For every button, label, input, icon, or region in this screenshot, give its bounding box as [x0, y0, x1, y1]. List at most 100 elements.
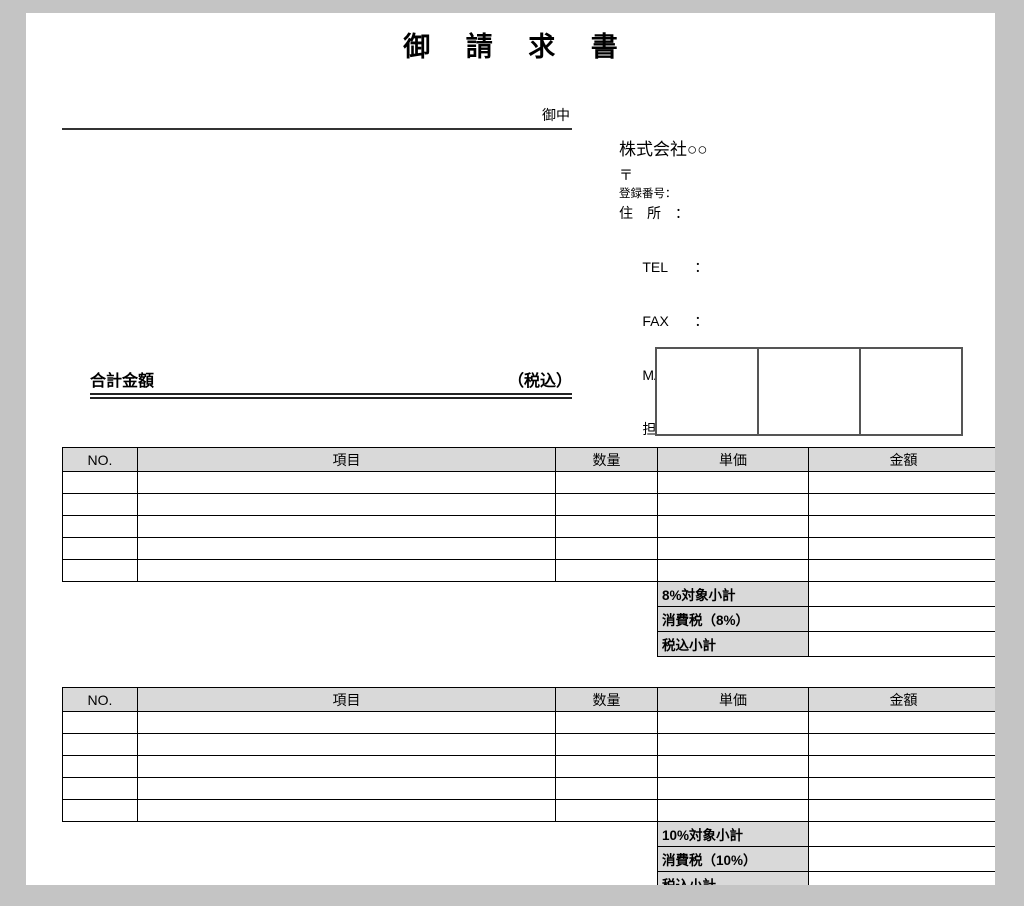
cell-item[interactable]: [137, 755, 556, 778]
invoice-page: 御 請 求 書 御中 株式会社○○ 〒 登録番号： 住 所 ： TEL ： FAX…: [26, 13, 995, 885]
cell-price[interactable]: [657, 777, 809, 800]
seller-spacer: [619, 223, 959, 240]
subtotal-label-tax-included-8: 税込小計: [657, 631, 809, 657]
cell-item[interactable]: [137, 515, 556, 538]
subtotal-label-tax-10: 消費税（10%）: [657, 846, 809, 872]
cell-amount[interactable]: [808, 711, 995, 734]
total-tax-note: （税込）: [507, 373, 572, 390]
cell-price[interactable]: [657, 711, 809, 734]
total-amount-block: 合計金額 （税込）: [90, 367, 572, 399]
cell-no[interactable]: [62, 711, 138, 734]
cell-no[interactable]: [62, 733, 138, 756]
cell-price[interactable]: [657, 733, 809, 756]
column-header-qty: 数量: [555, 447, 658, 472]
table-row: [62, 799, 995, 822]
column-header-price: 単価: [657, 447, 809, 472]
cell-no[interactable]: [62, 755, 138, 778]
cell-item[interactable]: [137, 537, 556, 560]
seller-address-label: 住 所 ：: [619, 205, 689, 221]
subtotal-value-tax-included-8[interactable]: [808, 631, 995, 657]
cell-amount[interactable]: [808, 799, 995, 822]
cell-qty[interactable]: [555, 559, 658, 582]
subtotal-spacer: [63, 632, 658, 657]
customer-name-underline: [62, 128, 572, 130]
cell-item[interactable]: [137, 733, 556, 756]
cell-item[interactable]: [137, 559, 556, 582]
cell-no[interactable]: [62, 559, 138, 582]
subtotal-value-10-target[interactable]: [808, 821, 995, 847]
cell-price[interactable]: [657, 537, 809, 560]
cell-no[interactable]: [62, 471, 138, 494]
table-row: [62, 733, 995, 756]
subtotal-spacer: [63, 607, 658, 632]
column-header-item: 項目: [137, 447, 556, 472]
column-header-price: 単価: [657, 687, 809, 712]
stamp-boxes: [655, 347, 963, 436]
cell-qty[interactable]: [555, 755, 658, 778]
cell-qty[interactable]: [555, 471, 658, 494]
table-header-row: NO. 項目 数量 単価 金額: [62, 447, 995, 472]
subtotal-value-tax-10[interactable]: [808, 846, 995, 872]
seller-tel-label: TEL: [642, 259, 669, 275]
table-row: [62, 515, 995, 538]
cell-qty[interactable]: [555, 515, 658, 538]
cell-qty[interactable]: [555, 493, 658, 516]
page-title: 御 請 求 書: [403, 32, 632, 62]
cell-item[interactable]: [137, 777, 556, 800]
stamp-box[interactable]: [861, 349, 961, 434]
cell-price[interactable]: [657, 755, 809, 778]
table-row: [62, 537, 995, 560]
cell-item[interactable]: [137, 493, 556, 516]
cell-item[interactable]: [137, 471, 556, 494]
cell-price[interactable]: [657, 559, 809, 582]
cell-qty[interactable]: [555, 777, 658, 800]
subtotal-spacer: [63, 822, 658, 847]
cell-item[interactable]: [137, 711, 556, 734]
cell-price[interactable]: [657, 493, 809, 516]
subtotal-spacer: [63, 872, 658, 886]
table-row: [62, 493, 995, 516]
subtotal-row: 税込小計: [63, 631, 995, 657]
cell-qty[interactable]: [555, 733, 658, 756]
total-amount-label: 合計金額: [90, 373, 155, 390]
subtotal-spacer: [63, 582, 658, 607]
cell-amount[interactable]: [808, 515, 995, 538]
subtotal-value-tax-8[interactable]: [808, 606, 995, 632]
subtotal-row: 消費税（10%）: [63, 846, 995, 872]
cell-no[interactable]: [62, 493, 138, 516]
cell-no[interactable]: [62, 777, 138, 800]
seller-company-name: 株式会社○○: [619, 140, 708, 159]
subtotal-row: 消費税（8%）: [63, 606, 995, 632]
cell-qty[interactable]: [555, 799, 658, 822]
table-row: [62, 559, 995, 582]
cell-qty[interactable]: [555, 537, 658, 560]
table-row: [62, 777, 995, 800]
table-row: [62, 471, 995, 494]
subtotal-label-10-target: 10%対象小計: [657, 821, 809, 847]
cell-no[interactable]: [62, 799, 138, 822]
stamp-box[interactable]: [657, 349, 759, 434]
table-row: [62, 755, 995, 778]
stamp-box[interactable]: [759, 349, 861, 434]
column-header-amount: 金額: [808, 687, 995, 712]
cell-no[interactable]: [62, 537, 138, 560]
column-header-item: 項目: [137, 687, 556, 712]
column-header-qty: 数量: [555, 687, 658, 712]
cell-price[interactable]: [657, 471, 809, 494]
cell-amount[interactable]: [808, 559, 995, 582]
cell-amount[interactable]: [808, 471, 995, 494]
cell-amount[interactable]: [808, 537, 995, 560]
cell-item[interactable]: [137, 799, 556, 822]
cell-amount[interactable]: [808, 493, 995, 516]
cell-no[interactable]: [62, 515, 138, 538]
cell-price[interactable]: [657, 515, 809, 538]
subtotal-value-tax-included-10[interactable]: [808, 871, 995, 885]
cell-amount[interactable]: [808, 755, 995, 778]
subtotal-row: 10%対象小計: [63, 821, 995, 847]
cell-qty[interactable]: [555, 711, 658, 734]
subtotal-value-8-target[interactable]: [808, 581, 995, 607]
cell-amount[interactable]: [808, 777, 995, 800]
seller-tel-colon: ：: [694, 259, 709, 275]
cell-amount[interactable]: [808, 733, 995, 756]
cell-price[interactable]: [657, 799, 809, 822]
